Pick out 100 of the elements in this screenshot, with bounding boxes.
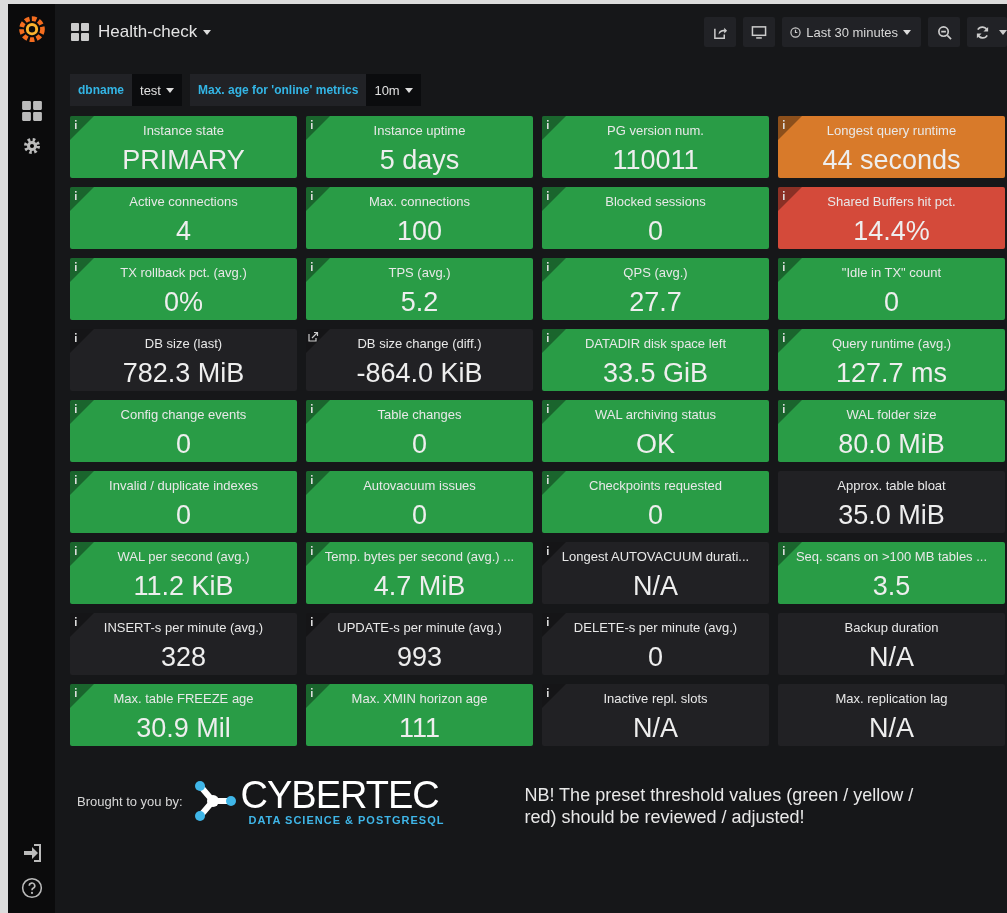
panel-title: Blocked sessions [604,194,707,209]
info-corner-icon[interactable] [542,684,566,708]
stat-value: N/A [869,642,914,673]
stat-value: OK [636,429,675,460]
tv-mode-button[interactable] [743,17,776,47]
info-corner-icon[interactable] [70,329,94,353]
panel-title: Shared Buffers hit pct. [826,194,957,209]
time-range-picker[interactable]: Last 30 minutes [782,17,921,47]
stat-value: 35.0 MiB [838,500,945,531]
stat-value: 111 [398,713,440,744]
stat-value: 14.4% [853,216,930,247]
panel-title: PG version num. [606,123,705,138]
stat-value: 5.2 [400,287,439,318]
panel-title: Max. XMIN horizon age [350,691,489,706]
stat-value: PRIMARY [122,145,245,176]
refresh-icon [975,24,990,40]
panel-title: WAL per second (avg.) [116,549,251,564]
panel-title: Backup duration [843,620,940,635]
panel-title: TX rollback pct. (avg.) [119,265,248,280]
variable-label: Max. age for 'online' metrics [190,74,367,106]
panel-title: Inactive repl. slots [602,691,709,706]
dashboards-icon[interactable] [20,100,43,122]
credit-text: Brought to you by: [77,793,183,809]
panel-title: Query runtime (avg.) [830,336,953,351]
stat-value: 3.5 [872,571,911,602]
stat-value: 0 [176,429,191,460]
stat-value: N/A [633,571,678,602]
stat-value: -864.0 KiB [356,358,483,389]
panel-title: Instance state [142,123,225,138]
stat-value: 0 [884,287,899,318]
settings-icon[interactable] [21,136,42,156]
variable-dropdown[interactable]: 10m [366,74,421,106]
panel-title: Instance uptime [372,123,467,138]
panel-title: Max. connections [367,194,472,209]
stat-value: N/A [633,713,678,744]
stat-value: 4.7 MiB [373,571,466,602]
stat-value: 11.2 KiB [133,571,234,602]
dashboard-title[interactable]: Health-check [98,22,212,42]
info-corner-icon[interactable] [306,613,330,637]
stat-value: 44 seconds [822,145,961,176]
caret-icon [166,87,174,93]
caret-icon [203,29,212,35]
panel-title: Longest query runtime [825,123,958,138]
panel-title: TPS (avg.) [387,265,452,280]
panel-title: DATADIR disk space left [583,336,728,351]
stat-value: 0 [176,500,191,531]
panel-title: Max. replication lag [834,691,949,706]
variable-label: dbname [70,74,132,106]
panel-title: WAL archiving status [593,407,718,422]
panel-title: Active connections [128,194,239,209]
company-logo: CYBERTEC DATA SCIENCE & POSTGRESQL [192,776,445,826]
monitor-icon [751,24,768,40]
caret-icon [404,87,413,93]
caret-icon [903,29,911,35]
stat-value: 0 [648,642,663,673]
stat-value: 100 [396,216,443,247]
info-corner-icon[interactable] [70,613,94,637]
link-corner-icon[interactable] [306,329,330,353]
stat-value: 30.9 Mil [136,713,231,744]
zoom-out-icon [936,24,952,40]
panel-title: Longest AUTOVACUUM durati... [560,549,751,564]
panel-title: Seq. scans on >100 MB tables ... [794,549,989,564]
stat-value: 33.5 GiB [602,358,709,389]
clock-icon [790,26,802,38]
panel-title: DB size change (diff.) [356,336,483,351]
panel-title: DELETE-s per minute (avg.) [572,620,739,635]
sign-in-icon[interactable] [21,843,42,863]
stat-value: N/A [869,713,914,744]
stat-value: 127.7 ms [835,358,948,389]
panel-title: QPS (avg.) [622,265,689,280]
panel-title: UPDATE-s per minute (avg.) [336,620,503,635]
panel-title: Config change events [119,407,248,422]
refresh-button[interactable] [967,17,1007,47]
stat-value: 0 [412,500,427,531]
panel-title: DB size (last) [143,336,224,351]
dashboard-grid-icon [70,22,90,42]
caret-icon [999,29,1007,35]
panel-title: Approx. table bloat [836,478,947,493]
stat-value: 4 [176,216,191,247]
stat-value: 782.3 MiB [122,358,245,389]
logo-icon[interactable] [17,14,46,42]
stat-value: 993 [396,642,443,673]
panel-title: WAL folder size [845,407,938,422]
panel-title: "Idle in TX" count [840,265,943,280]
variable-dropdown[interactable]: test [132,74,182,106]
help-icon[interactable] [20,877,43,899]
stat-value: 110011 [612,145,699,176]
zoom-out-button[interactable] [928,17,960,47]
panel-title: Autovacuum issues [362,478,477,493]
stat-value: 0 [648,500,663,531]
info-corner-icon[interactable] [542,613,566,637]
stat-value: 0% [164,287,203,318]
stat-value: 328 [160,642,207,673]
share-button[interactable] [704,17,737,47]
stat-value: 5 days [379,145,460,176]
panel-title: Checkpoints requested [588,478,723,493]
panel-title: INSERT-s per minute (avg.) [102,620,265,635]
panel-title: Max. table FREEZE age [112,691,255,706]
stat-value: 80.0 MiB [838,429,945,460]
panel-title: Temp. bytes per second (avg.) ... [323,549,516,564]
